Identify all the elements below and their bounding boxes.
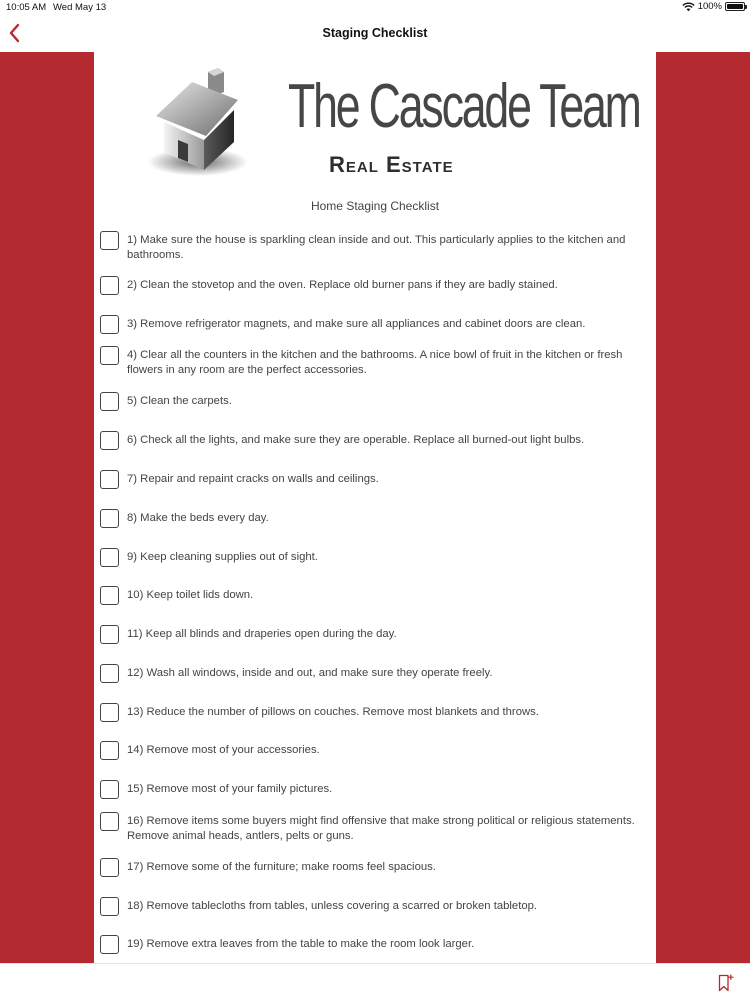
checklist-item-text: 3) Remove refrigerator magnets, and make… <box>127 318 586 330</box>
status-bar: 10:05 AM Wed May 13 100% <box>0 0 750 16</box>
checklist-item-text: 19) Remove extra leaves from the table t… <box>127 938 475 950</box>
checkbox[interactable] <box>100 346 119 365</box>
house-icon <box>148 68 248 176</box>
bottom-toolbar <box>0 963 750 1000</box>
bookmark-button[interactable] <box>718 974 734 992</box>
nav-bar: Staging Checklist <box>0 16 750 52</box>
checkbox[interactable] <box>100 431 119 450</box>
battery-percent: 100% <box>697 1 722 12</box>
checklist-content[interactable]: The Cascade Team Real Estate Home Stagin… <box>94 52 656 963</box>
brand-subtitle: Real Estate <box>329 152 454 177</box>
left-side-panel <box>0 52 94 963</box>
checkbox[interactable] <box>100 392 119 411</box>
checklist-item-text: 15) Remove most of your family pictures. <box>127 783 333 795</box>
checkbox[interactable] <box>100 625 119 644</box>
checklist-item-text: 2) Clean the stovetop and the oven. Repl… <box>127 279 558 291</box>
checkbox[interactable] <box>100 664 119 683</box>
checklist-subtitle: Home Staging Checklist <box>310 199 440 213</box>
checklist-item-text: 16) Remove items some buyers might find … <box>127 815 635 842</box>
checklist-item-text: 18) Remove tablecloths from tables, unle… <box>127 900 538 912</box>
checkbox[interactable] <box>100 509 119 528</box>
cascade-team-logo: The Cascade Team Real Estate <box>146 66 642 182</box>
checkbox[interactable] <box>100 586 119 605</box>
checkbox[interactable] <box>100 231 119 250</box>
checkbox[interactable] <box>100 470 119 489</box>
checklist-item-text: 8) Make the beds every day. <box>127 512 269 524</box>
checklist-item-text: 5) Clean the carpets. <box>127 395 232 407</box>
page-title: Staging Checklist <box>322 26 428 40</box>
checkbox[interactable] <box>100 812 119 831</box>
battery-icon <box>725 2 747 11</box>
checkbox[interactable] <box>100 548 119 567</box>
checkbox[interactable] <box>100 858 119 877</box>
status-time: 10:05 AM <box>6 2 47 13</box>
checklist-item-text: 1) Make sure the house is sparkling clea… <box>127 234 626 261</box>
checkbox[interactable] <box>100 897 119 916</box>
checklist-item-text: 14) Remove most of your accessories. <box>127 744 320 756</box>
checklist-item-text: 17) Remove some of the furniture; make r… <box>127 861 436 873</box>
checkbox[interactable] <box>100 935 119 954</box>
checkbox[interactable] <box>100 780 119 799</box>
checkbox[interactable] <box>100 741 119 760</box>
bookmark-add-icon <box>718 974 734 992</box>
checklist-item-text: 9) Keep cleaning supplies out of sight. <box>127 551 318 563</box>
checklist-item-text: 13) Reduce the number of pillows on couc… <box>127 706 539 718</box>
checklist-item-text: 7) Repair and repaint cracks on walls an… <box>127 473 379 485</box>
brand-name: The Cascade Team <box>288 72 642 141</box>
status-date: Wed May 13 <box>53 2 107 13</box>
checklist-item-text: 12) Wash all windows, inside and out, an… <box>127 667 493 679</box>
checklist-item-text: 11) Keep all blinds and draperies open d… <box>127 628 397 640</box>
right-side-panel <box>656 52 750 963</box>
checklist-item-text: 4) Clear all the counters in the kitchen… <box>127 349 623 376</box>
checklist-item-text: 10) Keep toilet lids down. <box>127 589 254 601</box>
checklist-item-text: 6) Check all the lights, and make sure t… <box>127 434 585 446</box>
checkbox[interactable] <box>100 315 119 334</box>
status-right: 100% <box>682 1 747 12</box>
wifi-icon <box>682 2 695 11</box>
checkbox[interactable] <box>100 703 119 722</box>
checkbox[interactable] <box>100 276 119 295</box>
